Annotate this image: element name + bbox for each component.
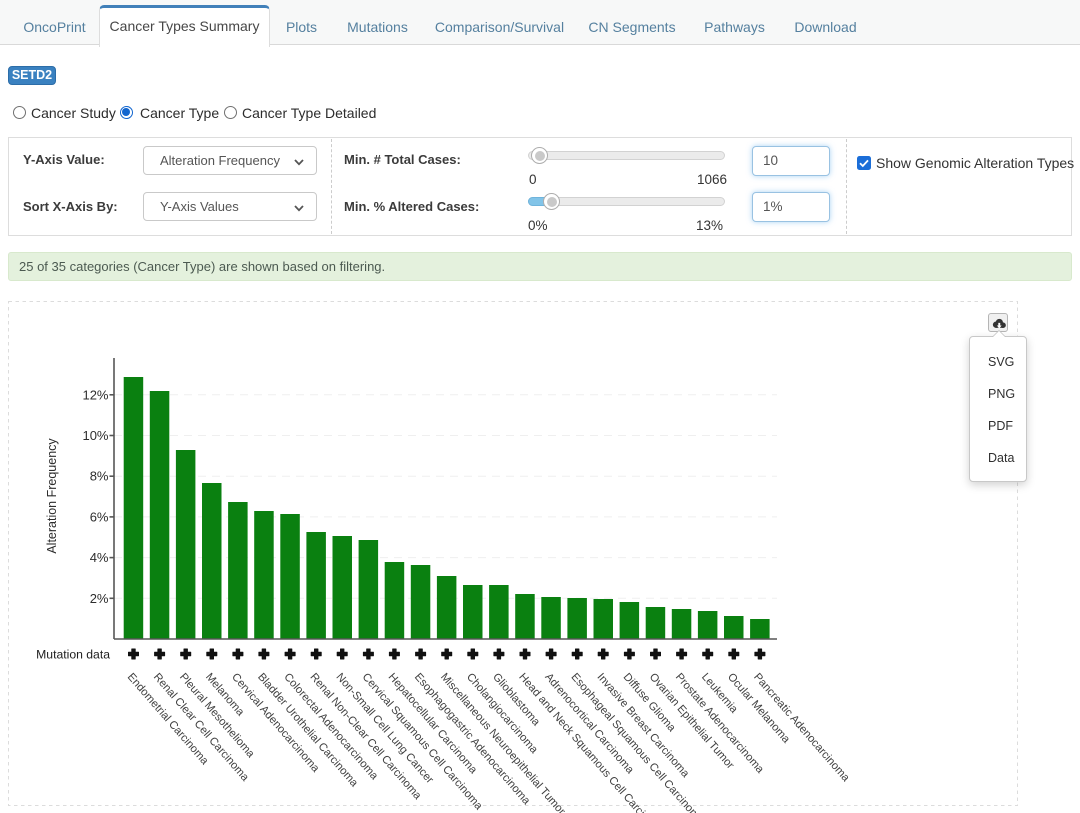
- svg-text:Pancreatic Adenocarcinoma: Pancreatic Adenocarcinoma: [751, 671, 852, 785]
- svg-text:6%: 6%: [90, 509, 109, 524]
- svg-text:12%: 12%: [82, 387, 108, 402]
- svg-text:8%: 8%: [90, 469, 109, 484]
- svg-text:Mutation data: Mutation data: [36, 648, 110, 662]
- svg-text:Alteration Frequency: Alteration Frequency: [45, 438, 59, 554]
- svg-text:4%: 4%: [90, 550, 109, 565]
- svg-text:2%: 2%: [90, 591, 109, 606]
- svg-text:10%: 10%: [82, 428, 108, 443]
